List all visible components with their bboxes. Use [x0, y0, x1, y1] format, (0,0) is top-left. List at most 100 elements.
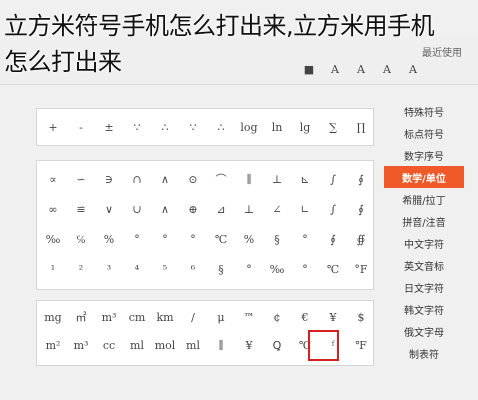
symbol-cell[interactable]: ∞: [39, 197, 67, 221]
symbol-cell[interactable]: ∫: [319, 197, 347, 221]
symbol-cell[interactable]: ∽: [67, 167, 95, 191]
symbol-cell[interactable]: mg: [39, 305, 67, 329]
symbol-cell[interactable]: ℃: [207, 227, 235, 251]
symbol-cell[interactable]: ℃: [319, 257, 347, 281]
symbol-cell[interactable]: ™: [235, 305, 263, 329]
symbol-cell[interactable]: ‰: [39, 227, 67, 251]
symbol-cell[interactable]: mol: [151, 333, 179, 357]
symbol-cell[interactable]: ∑: [319, 115, 347, 139]
symbol-cell[interactable]: €: [291, 305, 319, 329]
symbol-cell[interactable]: μ: [207, 305, 235, 329]
symbol-cell[interactable]: +: [39, 115, 67, 139]
style-button-2[interactable]: A: [326, 60, 344, 78]
symbol-cell[interactable]: ⁴: [123, 257, 151, 281]
symbol-cell[interactable]: ∋: [95, 167, 123, 191]
symbol-cell[interactable]: ∥: [207, 333, 235, 357]
symbol-cell[interactable]: ∮: [347, 167, 375, 191]
symbol-cell[interactable]: ⊿: [207, 197, 235, 221]
sidebar-item[interactable]: 特殊符号: [384, 100, 464, 122]
sidebar-item[interactable]: 日文字符: [384, 276, 464, 298]
symbol-cell[interactable]: ⊥: [263, 167, 291, 191]
style-button-3[interactable]: A: [352, 60, 370, 78]
symbol-cell[interactable]: ∧: [151, 167, 179, 191]
symbol-cell[interactable]: ∥: [235, 167, 263, 191]
sidebar-item[interactable]: 中文字符: [384, 232, 464, 254]
style-button-1[interactable]: ■: [300, 60, 318, 78]
sidebar-item[interactable]: 数学/单位: [384, 166, 464, 188]
symbol-cell[interactable]: ⊙: [179, 167, 207, 191]
symbol-cell[interactable]: °: [291, 257, 319, 281]
symbol-cell[interactable]: /: [179, 305, 207, 329]
symbol-cell[interactable]: ∠: [263, 197, 291, 221]
symbol-cell[interactable]: log: [235, 115, 263, 139]
symbol-cell[interactable]: $: [347, 305, 375, 329]
symbol-cell[interactable]: ∴: [151, 115, 179, 139]
sidebar-item[interactable]: 拼音/注音: [384, 210, 464, 232]
sidebar-item[interactable]: 俄文字母: [384, 320, 464, 342]
symbol-cell[interactable]: Ꝗ: [263, 333, 291, 357]
style-button-4[interactable]: A: [378, 60, 396, 78]
symbol-cell[interactable]: ㎡: [67, 305, 95, 329]
symbol-cell[interactable]: ∨: [95, 197, 123, 221]
symbol-cell[interactable]: ²: [67, 257, 95, 281]
sidebar-item[interactable]: 希腊/拉丁: [384, 188, 464, 210]
symbol-cell[interactable]: ml: [179, 333, 207, 357]
sidebar-item[interactable]: 韩文字符: [384, 298, 464, 320]
symbol-cell[interactable]: ∮: [347, 197, 375, 221]
symbol-cell[interactable]: ∵: [179, 115, 207, 139]
symbol-cell[interactable]: m³: [95, 305, 123, 329]
symbol-cell[interactable]: ⁶: [179, 257, 207, 281]
symbol-cell[interactable]: ±: [95, 115, 123, 139]
symbol-cell[interactable]: °: [151, 227, 179, 251]
symbol-cell[interactable]: ¥: [319, 305, 347, 329]
symbol-cell[interactable]: ⊕: [179, 197, 207, 221]
symbol-cell[interactable]: m³: [67, 333, 95, 357]
symbol-cell[interactable]: -: [67, 115, 95, 139]
symbol-cell[interactable]: °: [123, 227, 151, 251]
symbol-cell[interactable]: ∮: [319, 227, 347, 251]
symbol-cell[interactable]: cc: [95, 333, 123, 357]
symbol-cell[interactable]: ∝: [39, 167, 67, 191]
symbol-cell[interactable]: ∟: [291, 197, 319, 221]
sidebar-item[interactable]: 标点符号: [384, 122, 464, 144]
symbol-cell[interactable]: ml: [123, 333, 151, 357]
symbol-cell[interactable]: ³: [95, 257, 123, 281]
symbol-cell[interactable]: ¹: [39, 257, 67, 281]
symbol-cell[interactable]: ∧: [151, 197, 179, 221]
symbol-cell[interactable]: ∏: [347, 115, 375, 139]
style-button-5[interactable]: A: [404, 60, 422, 78]
symbol-cell[interactable]: ln: [263, 115, 291, 139]
symbol-cell[interactable]: ∯: [347, 227, 375, 251]
symbol-cell[interactable]: °: [235, 257, 263, 281]
symbol-cell[interactable]: ‰: [263, 257, 291, 281]
symbol-cell[interactable]: §: [263, 227, 291, 251]
symbol-cell[interactable]: ≌: [67, 197, 95, 221]
symbol-cell[interactable]: lg: [291, 115, 319, 139]
symbol-cell[interactable]: ⊥: [235, 197, 263, 221]
symbol-cell[interactable]: °: [179, 227, 207, 251]
symbol-grid-top: + - ± ∵ ∴ ∵ ∴ log ln lg ∑ ∏: [39, 115, 375, 139]
symbol-cell[interactable]: ∪: [123, 197, 151, 221]
symbol-cell[interactable]: °: [291, 227, 319, 251]
sidebar-item[interactable]: 数字序号: [384, 144, 464, 166]
symbol-cell[interactable]: ∵: [123, 115, 151, 139]
symbol-cell[interactable]: ∩: [123, 167, 151, 191]
symbol-cell[interactable]: ¢: [263, 305, 291, 329]
symbol-cell[interactable]: m²: [39, 333, 67, 357]
symbol-cell[interactable]: °F: [347, 257, 375, 281]
symbol-cell[interactable]: ℉: [347, 333, 375, 357]
symbol-cell[interactable]: cm: [123, 305, 151, 329]
symbol-cell[interactable]: ℅: [67, 227, 95, 251]
sidebar-item[interactable]: 英文音标: [384, 254, 464, 276]
symbol-cell[interactable]: %: [235, 227, 263, 251]
symbol-cell[interactable]: ⌒: [207, 167, 235, 191]
symbol-cell[interactable]: km: [151, 305, 179, 329]
symbol-cell[interactable]: ∴: [207, 115, 235, 139]
sidebar-item[interactable]: 制表符: [384, 342, 464, 364]
symbol-cell[interactable]: §: [207, 257, 235, 281]
symbol-cell[interactable]: ¥: [235, 333, 263, 357]
symbol-cell[interactable]: ⁵: [151, 257, 179, 281]
symbol-cell[interactable]: %: [95, 227, 123, 251]
symbol-cell[interactable]: ∫: [319, 167, 347, 191]
symbol-cell[interactable]: ⊾: [291, 167, 319, 191]
